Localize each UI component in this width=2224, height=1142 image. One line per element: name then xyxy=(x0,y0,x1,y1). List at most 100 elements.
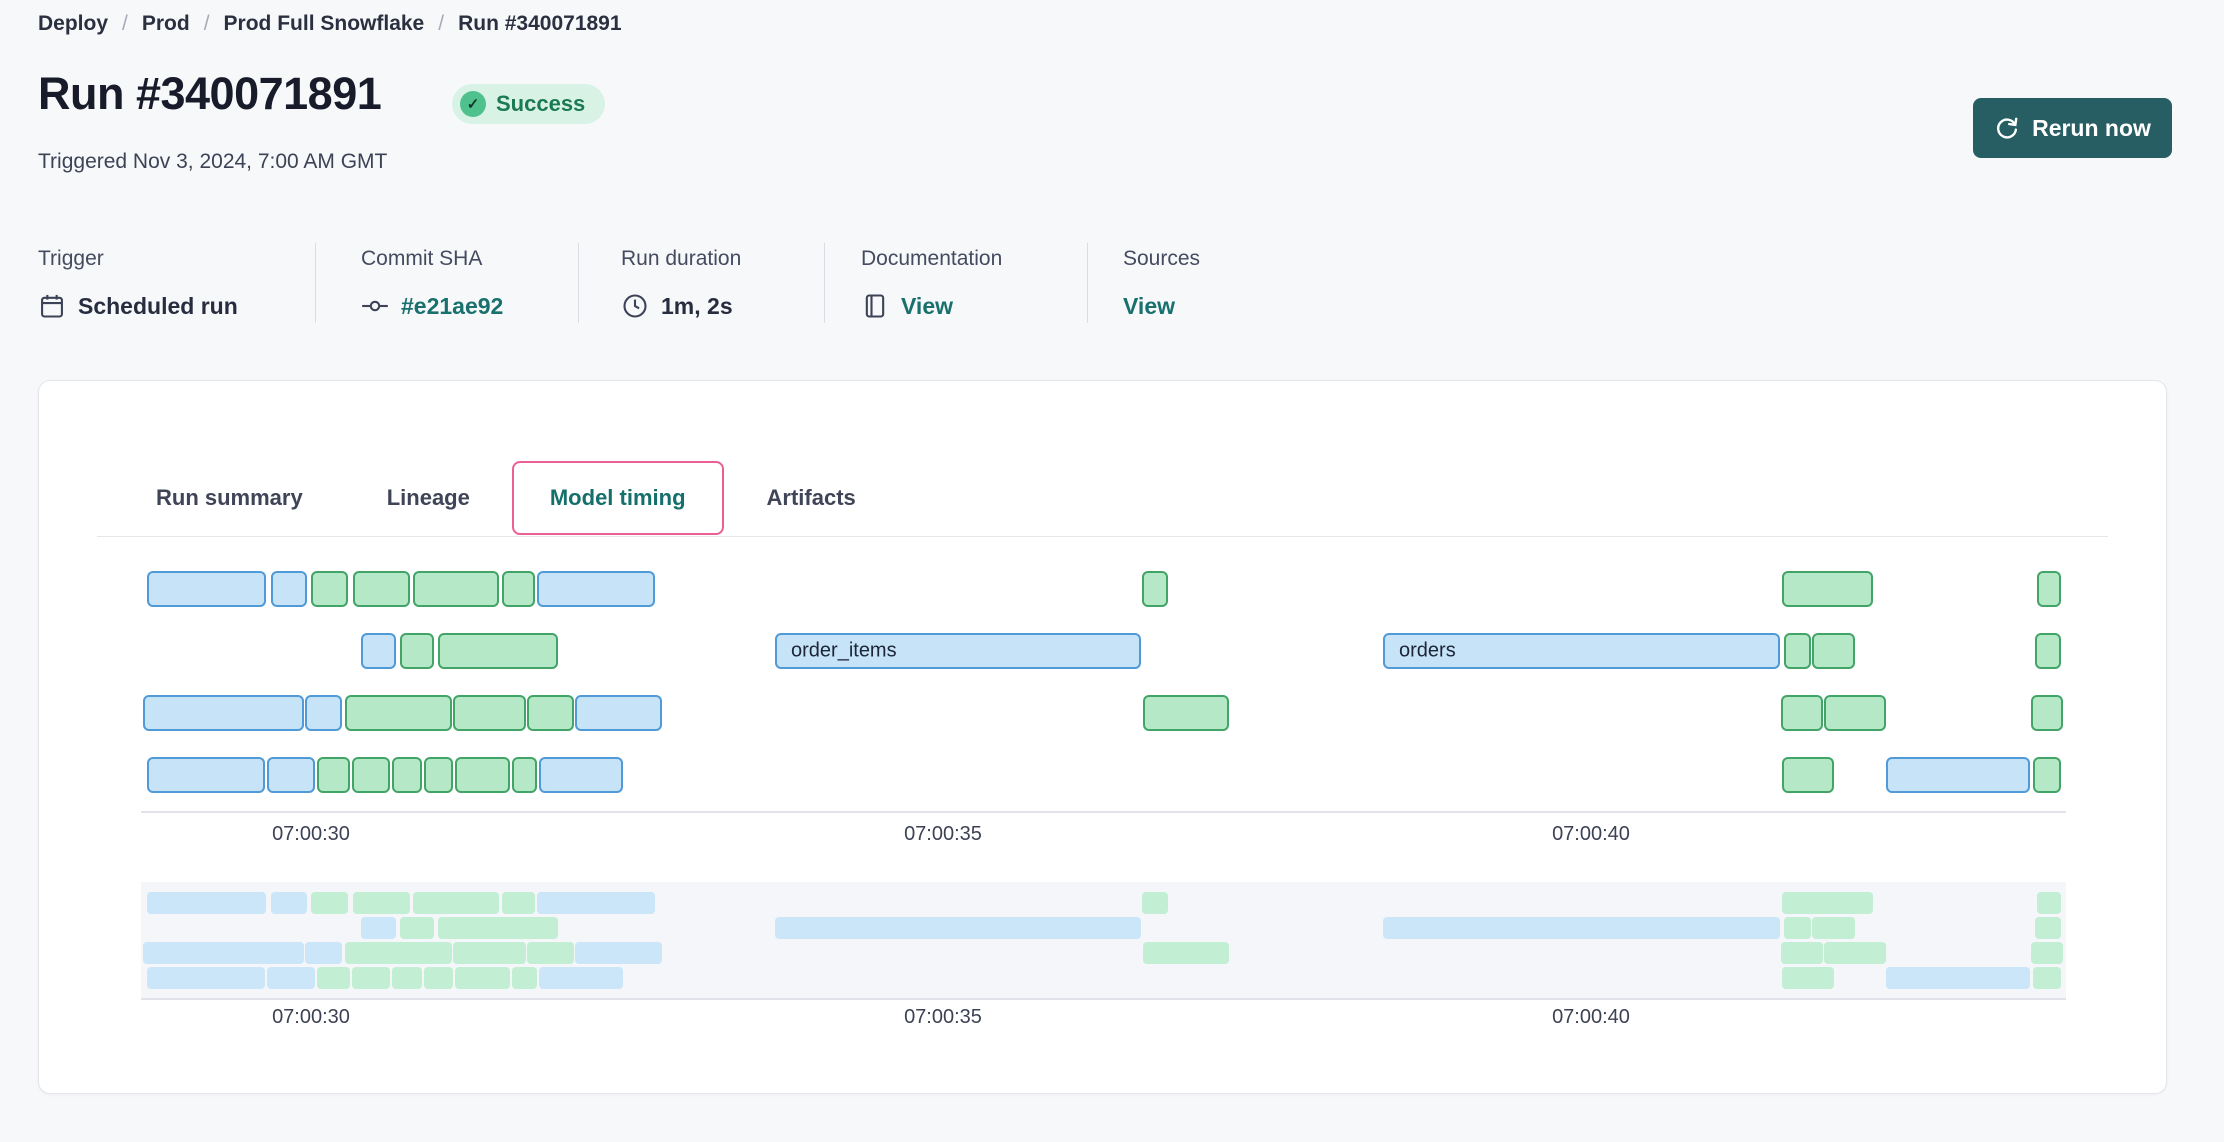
minimap-bar xyxy=(345,942,452,964)
minimap-bar xyxy=(317,967,350,989)
gantt-bar[interactable] xyxy=(2037,571,2061,607)
gantt-bar-label: orders xyxy=(1399,640,1456,663)
meta-value-text[interactable]: #e21ae92 xyxy=(401,293,503,320)
minimap-bar xyxy=(353,892,410,914)
gantt-bar[interactable] xyxy=(317,757,350,793)
commit-icon xyxy=(361,292,389,320)
gantt-bar[interactable] xyxy=(1782,571,1873,607)
gantt-bar[interactable] xyxy=(438,633,558,669)
gantt-bar[interactable] xyxy=(1824,695,1886,731)
success-check-icon: ✓ xyxy=(460,91,486,117)
minimap-bar xyxy=(502,892,535,914)
gantt-bar[interactable] xyxy=(271,571,307,607)
breadcrumb: Deploy/Prod/Prod Full Snowflake/Run #340… xyxy=(38,12,622,36)
meta-value: #e21ae92 xyxy=(361,289,578,323)
gantt-bar[interactable] xyxy=(143,695,304,731)
gantt-bar[interactable] xyxy=(2035,633,2061,669)
gantt-bar[interactable] xyxy=(2033,757,2061,793)
gantt-bar[interactable] xyxy=(400,633,434,669)
tab-model-timing[interactable]: Model timing xyxy=(550,485,686,511)
gantt-minimap-brush[interactable] xyxy=(141,882,2066,1000)
gantt-bar[interactable] xyxy=(147,757,265,793)
gantt-bar[interactable] xyxy=(2031,695,2063,731)
axis-tick-label: 07:00:30 xyxy=(231,823,391,846)
gantt-bar[interactable] xyxy=(537,571,655,607)
gantt-bar[interactable] xyxy=(305,695,342,731)
tabs-divider xyxy=(97,536,2108,537)
breadcrumb-separator: / xyxy=(122,12,128,36)
gantt-bar[interactable] xyxy=(1886,757,2030,793)
meta-value: 1m, 2s xyxy=(621,289,824,323)
minimap-tick-label: 07:00:35 xyxy=(863,1006,1023,1029)
minimap-bar xyxy=(775,917,1141,939)
gantt-bar[interactable] xyxy=(1142,571,1168,607)
gantt-bar[interactable] xyxy=(1782,757,1834,793)
meta-label: Trigger xyxy=(38,247,315,271)
gantt-bar[interactable] xyxy=(392,757,422,793)
gantt-bar[interactable]: order_items xyxy=(775,633,1141,669)
meta-column-trigger: Trigger Scheduled run xyxy=(38,243,315,323)
gantt-bar[interactable] xyxy=(1784,633,1811,669)
gantt-bar[interactable] xyxy=(1812,633,1855,669)
meta-column-sources: Sources View xyxy=(1087,243,1230,323)
gantt-bar[interactable] xyxy=(352,757,390,793)
meta-value-text[interactable]: View xyxy=(901,293,953,320)
gantt-bar[interactable] xyxy=(455,757,510,793)
gantt-bar[interactable] xyxy=(147,571,266,607)
meta-value-text: Scheduled run xyxy=(78,293,238,320)
meta-value-text[interactable]: View xyxy=(1123,293,1175,320)
gantt-bar[interactable] xyxy=(539,757,623,793)
gantt-bar[interactable] xyxy=(527,695,574,731)
gantt-bar[interactable] xyxy=(575,695,662,731)
meta-label: Sources xyxy=(1123,247,1200,271)
calendar-icon xyxy=(38,292,66,320)
minimap-bar xyxy=(1812,917,1855,939)
breadcrumb-item[interactable]: Deploy xyxy=(38,12,108,36)
gantt-bar[interactable]: orders xyxy=(1383,633,1780,669)
minimap-bar xyxy=(311,892,348,914)
axis-tick-label: 07:00:35 xyxy=(863,823,1023,846)
minimap-bar xyxy=(1824,942,1886,964)
breadcrumb-item[interactable]: Prod xyxy=(142,12,190,36)
gantt-bar[interactable] xyxy=(424,757,453,793)
minimap-bar xyxy=(2033,967,2061,989)
triggered-timestamp: Triggered Nov 3, 2024, 7:00 AM GMT xyxy=(38,150,387,174)
minimap-bar xyxy=(539,967,623,989)
breadcrumb-item[interactable]: Prod Full Snowflake xyxy=(224,12,425,36)
tab-run-summary[interactable]: Run summary xyxy=(156,485,303,511)
gantt-bar[interactable] xyxy=(512,757,537,793)
minimap-tick-label: 07:00:30 xyxy=(231,1006,391,1029)
minimap-bar xyxy=(1383,917,1780,939)
minimap-bar xyxy=(1142,892,1168,914)
rerun-now-button[interactable]: Rerun now xyxy=(1973,98,2172,158)
minimap-bar xyxy=(453,942,526,964)
run-detail-card: Run summaryLineageModel timingArtifacts … xyxy=(38,380,2167,1094)
gantt-bar[interactable] xyxy=(353,571,410,607)
tab-lineage[interactable]: Lineage xyxy=(387,485,470,511)
gantt-bar[interactable] xyxy=(413,571,499,607)
page-title: Run #340071891 xyxy=(38,68,381,120)
status-badge-label: Success xyxy=(496,91,585,117)
gantt-bar-label: order_items xyxy=(791,640,897,663)
gantt-bar[interactable] xyxy=(1781,695,1823,731)
minimap-bar xyxy=(2035,917,2061,939)
minimap-bar xyxy=(1784,917,1811,939)
rerun-icon xyxy=(1994,115,2020,141)
gantt-bar[interactable] xyxy=(345,695,452,731)
meta-label: Commit SHA xyxy=(361,247,578,271)
gantt-bar[interactable] xyxy=(1143,695,1229,731)
minimap-bar xyxy=(527,942,574,964)
minimap-bar xyxy=(1781,942,1823,964)
gantt-axis-line xyxy=(141,811,2066,813)
minimap-bar xyxy=(143,942,304,964)
gantt-bar[interactable] xyxy=(502,571,535,607)
gantt-bar[interactable] xyxy=(311,571,348,607)
gantt-bar[interactable] xyxy=(453,695,526,731)
meta-value: Scheduled run xyxy=(38,289,315,323)
tab-artifacts[interactable]: Artifacts xyxy=(767,485,856,511)
meta-label: Run duration xyxy=(621,247,824,271)
minimap-bar xyxy=(305,942,342,964)
gantt-bar[interactable] xyxy=(267,757,315,793)
minimap-bar xyxy=(455,967,510,989)
gantt-bar[interactable] xyxy=(361,633,396,669)
